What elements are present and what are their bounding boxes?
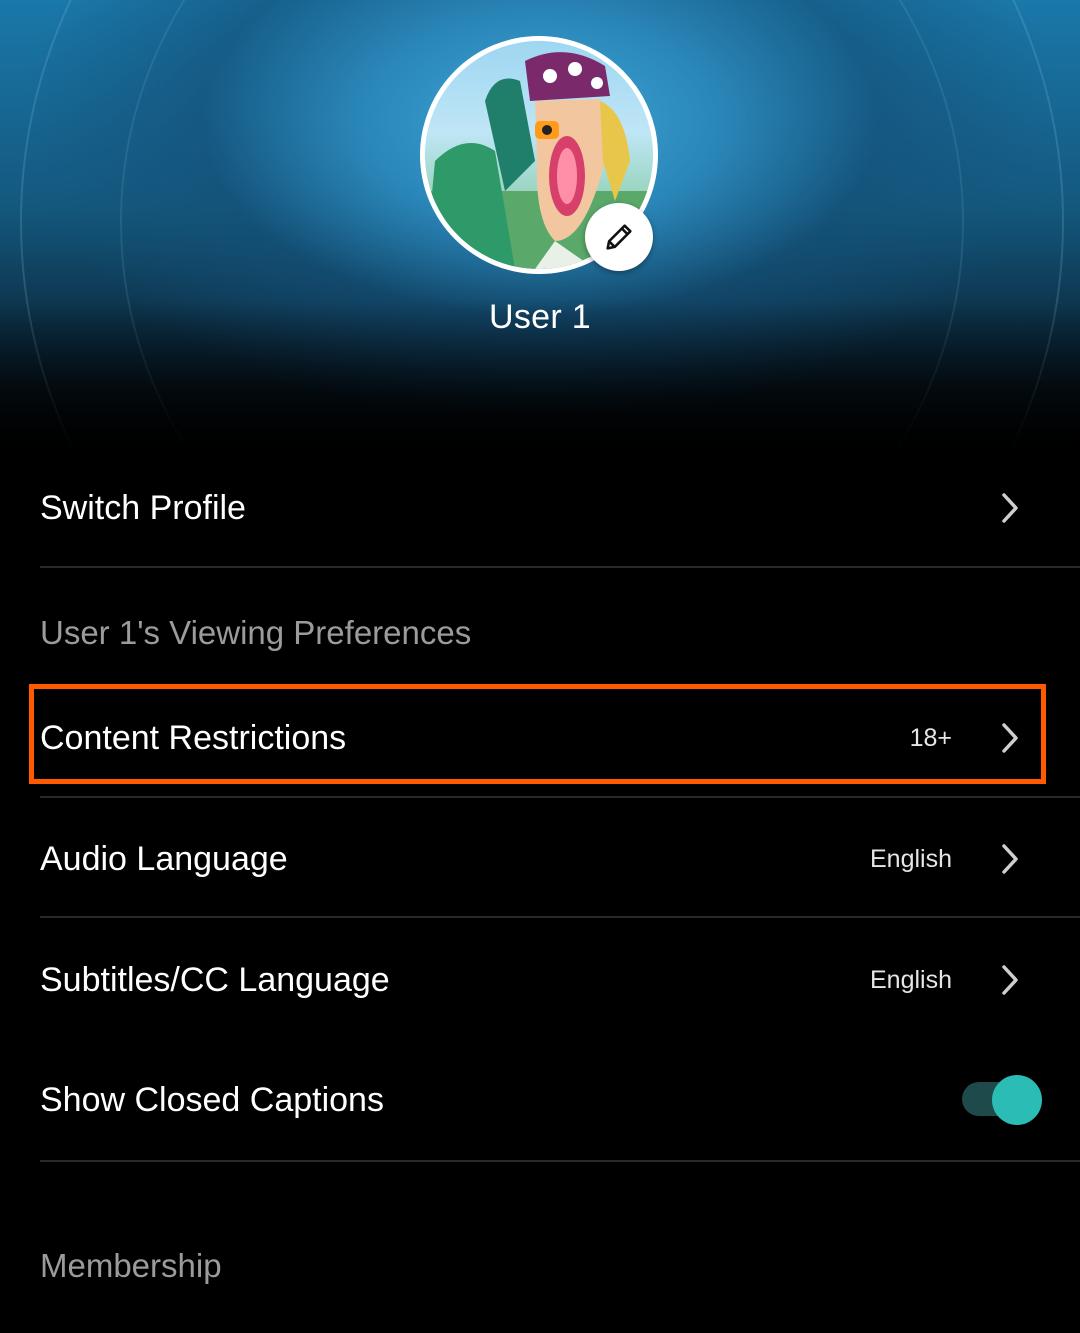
audio-language-row[interactable]: Audio Language English: [40, 829, 1040, 889]
content-restrictions-label: Content Restrictions: [40, 718, 347, 757]
subtitles-language-row[interactable]: Subtitles/CC Language English: [40, 950, 1040, 1010]
pencil-icon: [606, 224, 632, 250]
divider: [40, 1160, 1080, 1162]
content-restrictions-row[interactable]: Content Restrictions 18+: [40, 708, 1040, 768]
audio-language-value: English: [870, 844, 952, 873]
chevron-right-icon: [1002, 844, 1018, 874]
divider: [40, 796, 1080, 798]
chevron-right-icon: [1002, 965, 1018, 995]
switch-profile-label: Switch Profile: [40, 488, 246, 527]
profile-name: User 1: [489, 298, 591, 336]
content-restrictions-value: 18+: [909, 723, 952, 752]
viewing-preferences-heading: User 1's Viewing Preferences: [40, 614, 472, 651]
closed-captions-label: Show Closed Captions: [40, 1080, 384, 1119]
toggle-knob[interactable]: [992, 1075, 1042, 1125]
closed-captions-row: Show Closed Captions: [40, 1070, 1040, 1130]
divider: [40, 916, 1080, 918]
switch-profile-row[interactable]: Switch Profile: [40, 478, 1040, 538]
chevron-right-icon: [1002, 723, 1018, 753]
subtitles-language-label: Subtitles/CC Language: [40, 960, 390, 999]
subtitles-language-value: English: [870, 965, 952, 994]
audio-language-label: Audio Language: [40, 839, 288, 878]
divider: [40, 566, 1080, 568]
membership-heading: Membership: [40, 1247, 222, 1284]
edit-avatar-button[interactable]: [585, 203, 653, 271]
chevron-right-icon: [1002, 493, 1018, 523]
